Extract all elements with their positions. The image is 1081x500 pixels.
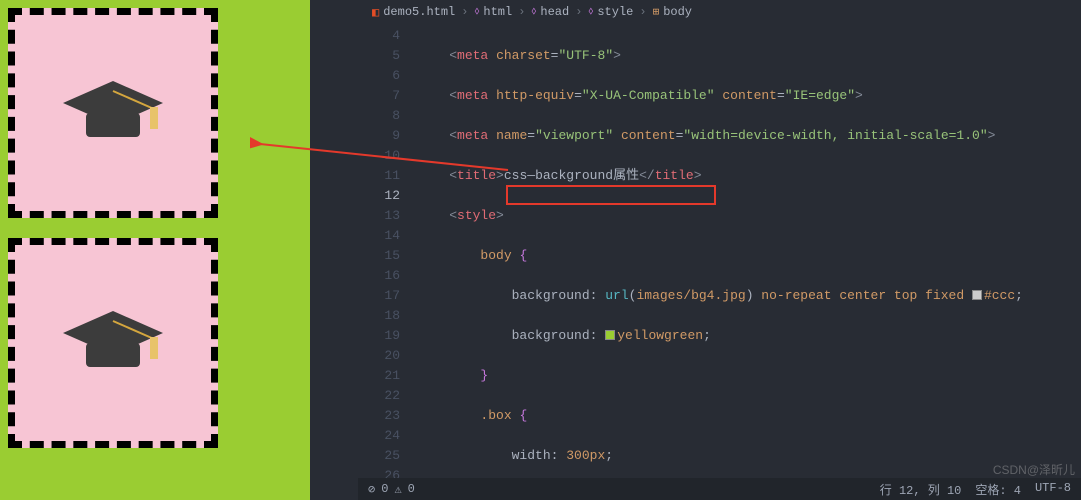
selector-icon: ⊞ xyxy=(653,5,660,19)
breadcrumb-part[interactable]: body xyxy=(663,5,692,19)
status-bar: ⊘ 0 ⚠ 0 行 12, 列 10 空格: 4 UTF-8 xyxy=(358,478,1081,500)
error-icon[interactable]: ⊘ xyxy=(368,482,375,497)
watermark: CSDN@泽昕儿 xyxy=(993,461,1075,478)
chevron-right-icon: › xyxy=(639,5,646,19)
chevron-right-icon: › xyxy=(575,5,582,19)
breadcrumb-file[interactable]: demo5.html xyxy=(383,5,455,19)
warning-count[interactable]: 0 xyxy=(408,482,415,496)
chevron-right-icon: › xyxy=(461,5,468,19)
code-area[interactable]: 4567891011121314151617181920212223242526… xyxy=(358,24,1081,478)
breadcrumb-part[interactable]: html xyxy=(483,5,512,19)
annotation-highlight xyxy=(506,185,716,205)
graduation-hat-icon xyxy=(58,73,168,153)
demo-box xyxy=(8,8,218,218)
breadcrumb-part[interactable]: head xyxy=(540,5,569,19)
code-lines[interactable]: <meta charset="UTF-8"> <meta http-equiv=… xyxy=(418,24,1081,478)
element-icon: ⬨ xyxy=(474,6,479,18)
editor-pane: ◧ demo5.html › ⬨ html › ⬨ head › ⬨ style… xyxy=(310,0,1081,500)
status-encoding[interactable]: UTF-8 xyxy=(1035,481,1071,498)
breadcrumb-part[interactable]: style xyxy=(597,5,633,19)
status-lncol[interactable]: 行 12, 列 10 xyxy=(880,481,962,498)
element-icon: ⬨ xyxy=(531,6,536,18)
html5-icon: ◧ xyxy=(372,5,379,20)
preview-pane xyxy=(0,0,240,500)
line-gutter: 4567891011121314151617181920212223242526 xyxy=(358,24,418,478)
element-icon: ⬨ xyxy=(588,6,593,18)
graduation-hat-icon xyxy=(58,303,168,383)
error-count[interactable]: 0 xyxy=(381,482,388,496)
warning-icon[interactable]: ⚠ xyxy=(394,482,401,497)
status-spaces[interactable]: 空格: 4 xyxy=(975,481,1021,498)
demo-box xyxy=(8,238,218,448)
chevron-right-icon: › xyxy=(518,5,525,19)
breadcrumb[interactable]: ◧ demo5.html › ⬨ html › ⬨ head › ⬨ style… xyxy=(358,0,1081,24)
